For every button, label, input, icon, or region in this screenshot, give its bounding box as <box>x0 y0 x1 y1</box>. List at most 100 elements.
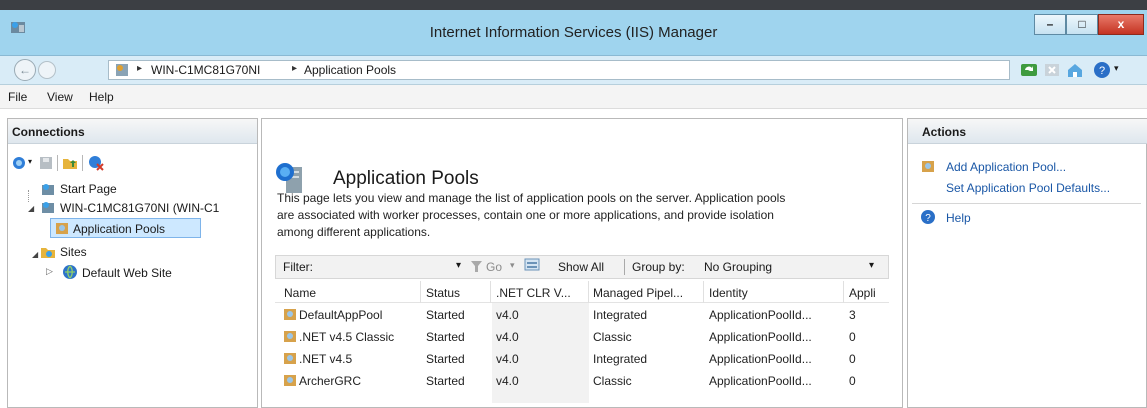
page-description: This page lets you view and manage the l… <box>277 190 887 241</box>
cell-pipeline: Classic <box>593 330 632 344</box>
column-divider <box>703 281 704 303</box>
svg-text:?: ? <box>925 213 931 224</box>
cell-applications: 0 <box>849 374 856 388</box>
folder-icon <box>41 248 55 258</box>
tree-line <box>28 190 30 202</box>
menu-view[interactable]: View <box>47 90 73 104</box>
disconnect-icon[interactable] <box>88 155 104 171</box>
tree-collapse-icon[interactable]: ◢ <box>32 250 38 259</box>
breadcrumb-app-pools[interactable]: Application Pools <box>304 63 396 77</box>
column-divider <box>843 281 844 303</box>
cell-name: .NET v4.5 <box>299 352 353 366</box>
tree-expand-icon[interactable]: ▷ <box>46 266 53 277</box>
toolbar-divider <box>82 155 83 171</box>
globe-icon <box>63 265 77 279</box>
connect-dropdown-icon[interactable]: ▾ <box>28 157 32 166</box>
close-button[interactable]: x <box>1098 14 1144 35</box>
minimize-button[interactable]: – <box>1034 14 1066 35</box>
cell-pipeline: Integrated <box>593 352 648 366</box>
page-title: Application Pools <box>333 168 479 189</box>
cell-applications: 0 <box>849 352 856 366</box>
connections-title: Connections <box>12 125 85 139</box>
table-row[interactable]: ArcherGRC Started v4.0 Classic Applicati… <box>275 372 889 392</box>
home-icon[interactable] <box>1066 61 1084 79</box>
tree-item-default-web-site[interactable]: Default Web Site <box>82 266 172 280</box>
cell-pipeline: Classic <box>593 374 632 388</box>
tree-item-start-page[interactable]: Start Page <box>60 182 117 196</box>
cell-status: Started <box>426 352 465 366</box>
help-link[interactable]: Help <box>946 211 971 225</box>
help-dropdown-icon[interactable]: ▾ <box>1114 63 1119 74</box>
menu-bar <box>0 85 1147 109</box>
window-title: Internet Information Services (IIS) Mana… <box>429 24 718 41</box>
cell-status: Started <box>426 308 465 322</box>
column-divider <box>588 281 589 303</box>
filter-funnel-icon <box>471 261 482 272</box>
top-strip <box>0 0 1147 10</box>
maximize-button[interactable]: □ <box>1066 14 1098 35</box>
cell-pipeline: Integrated <box>593 308 648 322</box>
column-header-identity[interactable]: Identity <box>709 286 748 300</box>
column-header-status[interactable]: Status <box>426 286 460 300</box>
filter-label: Filter: <box>283 260 313 274</box>
help-icon: ? <box>921 210 935 224</box>
filter-dropdown-icon[interactable]: ▾ <box>456 260 461 271</box>
show-all-button[interactable]: Show All <box>558 260 604 274</box>
server-icon <box>42 202 54 213</box>
filter-divider <box>624 259 625 275</box>
cell-status: Started <box>426 374 465 388</box>
column-header-name[interactable]: Name <box>284 286 316 300</box>
cell-net-clr: v4.0 <box>496 352 519 366</box>
menu-file[interactable]: File <box>8 90 27 104</box>
table-row[interactable]: DefaultAppPool Started v4.0 Integrated A… <box>275 306 889 326</box>
tree-item-sites[interactable]: Sites <box>60 245 87 259</box>
up-folder-icon[interactable] <box>62 155 78 171</box>
description-line: This page lets you view and manage the l… <box>277 191 786 205</box>
svg-text:?: ? <box>1099 65 1105 77</box>
actions-title: Actions <box>922 125 967 139</box>
tree-item-server[interactable]: WIN-C1MC81G70NI (WIN-C1 <box>60 201 219 215</box>
description-line: among different applications. <box>277 225 431 239</box>
column-header-applications[interactable]: Appli <box>849 286 876 300</box>
tree-item-application-pools[interactable]: Application Pools <box>73 222 165 236</box>
filter-input[interactable] <box>325 257 435 276</box>
cell-identity: ApplicationPoolId... <box>709 308 812 322</box>
column-divider <box>420 281 421 303</box>
toolbar-divider <box>57 155 58 171</box>
menu-help[interactable]: Help <box>89 90 114 104</box>
column-header-net-clr[interactable]: .NET CLR V... <box>496 286 571 300</box>
set-app-pool-defaults-link[interactable]: Set Application Pool Defaults... <box>946 181 1110 195</box>
app-pool-icon <box>284 353 296 364</box>
cell-identity: ApplicationPoolId... <box>709 374 812 388</box>
group-by-select[interactable]: No Grouping <box>704 260 772 274</box>
table-row[interactable]: .NET v4.5 Classic Started v4.0 Classic A… <box>275 328 889 348</box>
back-button[interactable]: ← <box>14 59 36 81</box>
show-all-icon <box>524 258 540 271</box>
stop-icon[interactable] <box>1043 61 1061 79</box>
refresh-icon[interactable] <box>1020 61 1038 79</box>
cell-identity: ApplicationPoolId... <box>709 330 812 344</box>
table-row[interactable]: .NET v4.5 Started v4.0 Integrated Applic… <box>275 350 889 370</box>
cell-applications: 0 <box>849 330 856 344</box>
cell-identity: ApplicationPoolId... <box>709 352 812 366</box>
add-app-pool-icon <box>922 161 934 172</box>
start-page-icon <box>42 184 54 195</box>
connect-icon[interactable] <box>12 155 28 171</box>
cell-net-clr: v4.0 <box>496 330 519 344</box>
forward-button[interactable] <box>38 61 56 79</box>
breadcrumb-server[interactable]: WIN-C1MC81G70NI <box>151 63 260 77</box>
cell-name: ArcherGRC <box>299 374 362 388</box>
server-icon <box>116 64 128 76</box>
add-application-pool-link[interactable]: Add Application Pool... <box>946 160 1066 174</box>
cell-applications: 3 <box>849 308 856 322</box>
save-icon[interactable] <box>38 155 54 171</box>
tree-collapse-icon[interactable]: ◢ <box>28 204 34 213</box>
group-by-dropdown-icon[interactable]: ▾ <box>869 260 874 271</box>
description-line: are associated with worker processes, co… <box>277 208 774 222</box>
go-dropdown-icon[interactable]: ▾ <box>510 260 515 271</box>
help-icon[interactable]: ? <box>1093 61 1111 79</box>
list-header <box>275 281 889 303</box>
cell-net-clr: v4.0 <box>496 374 519 388</box>
column-header-pipeline[interactable]: Managed Pipel... <box>593 286 683 300</box>
go-button[interactable]: Go <box>486 260 502 274</box>
